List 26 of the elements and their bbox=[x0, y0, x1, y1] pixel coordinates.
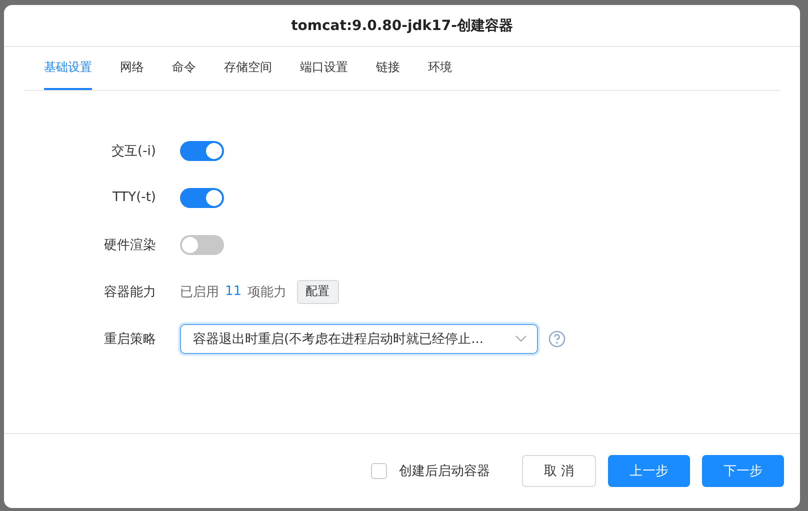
toggle-switch[interactable] bbox=[180, 188, 224, 208]
tab[interactable]: 链接 bbox=[376, 47, 400, 90]
capability-count: 11 bbox=[225, 284, 242, 299]
toggle-switch[interactable] bbox=[180, 140, 224, 160]
configure-button[interactable]: 配置 bbox=[296, 280, 339, 304]
chevron-down-icon bbox=[515, 334, 527, 342]
tab[interactable]: 网络 bbox=[120, 47, 144, 90]
checkbox-label: 创建后启动容器 bbox=[399, 463, 490, 480]
checkbox[interactable] bbox=[371, 463, 387, 479]
field-label: TTY(-t) bbox=[111, 190, 156, 205]
capability-suffix: 项能力 bbox=[248, 284, 287, 300]
tab[interactable]: 命令 bbox=[172, 47, 196, 90]
capability-prefix: 已启用 bbox=[180, 284, 219, 300]
field-label: 容器能力 bbox=[103, 284, 156, 300]
help-icon[interactable] bbox=[548, 330, 566, 348]
tab[interactable]: 环境 bbox=[428, 47, 452, 90]
field-label: 交互(-i) bbox=[110, 142, 156, 160]
field-label: 硬件渲染 bbox=[103, 236, 156, 254]
dialog-title: tomcat:9.0.80-jdk17-创建容器 bbox=[4, 5, 800, 47]
field-label: 重启策略 bbox=[103, 330, 156, 348]
toggle-switch[interactable] bbox=[180, 234, 224, 254]
tab[interactable]: 存储空间 bbox=[224, 47, 272, 90]
cancel-button[interactable]: 取 消 bbox=[522, 455, 596, 487]
tab[interactable]: 端口设置 bbox=[300, 47, 348, 90]
tab[interactable]: 基础设置 bbox=[44, 47, 92, 90]
restart-policy-select[interactable]: 容器退出时重启(不考虑在进程启动时就已经停止... bbox=[180, 324, 538, 354]
